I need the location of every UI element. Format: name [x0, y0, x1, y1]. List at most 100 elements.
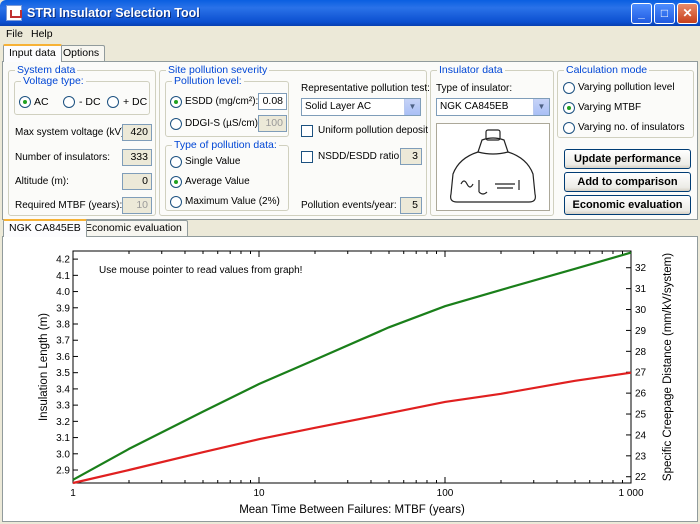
y2-axis-label: Specific Creepage Distance (mm/kV/system… — [662, 253, 674, 481]
close-button[interactable]: ✕ — [677, 3, 698, 24]
site-pollution-group: Site pollution severity Pollution level:… — [159, 64, 430, 216]
events-label: Pollution events/year: — [301, 200, 397, 211]
radio-varying-pollution[interactable] — [563, 82, 575, 94]
insulator-type-label: Type of insulator: — [436, 83, 513, 94]
y2-tick-label: 24 — [635, 430, 647, 441]
varying-mtbf-label: Varying MTBF — [578, 102, 642, 113]
uniform-checkbox[interactable] — [301, 125, 313, 137]
app-icon — [6, 5, 22, 21]
y-tick-label: 3.5 — [56, 368, 70, 379]
y2-tick-label: 25 — [635, 410, 647, 421]
average-label: Average Value — [185, 176, 250, 187]
radio-single[interactable] — [170, 156, 182, 168]
pollution-level-title: Pollution level: — [172, 75, 244, 87]
mtbf-chart[interactable]: 1 10 100 1 000 2.9 3.0 3.1 3.2 3.3 3.4 3.5 3.6 3.7 3.… — [3, 237, 697, 521]
x-axis-label: Mean Time Between Failures: MTBF (years) — [239, 504, 465, 516]
radio-ac[interactable] — [19, 96, 31, 108]
add-to-comparison-button[interactable]: Add to comparison — [564, 172, 691, 192]
voltage-type-group: Voltage type: AC - DC + DC — [14, 75, 150, 115]
menu-help[interactable]: Help — [31, 28, 53, 40]
x-tick-label: 1 — [70, 488, 76, 499]
insulator-data-group: Insulator data Type of insulator: NGK CA… — [430, 64, 554, 216]
insulator-type-value: NGK CA845EB — [440, 101, 509, 112]
tab-economic-evaluation[interactable]: Economic evaluation — [79, 220, 188, 236]
minus-dc-label: - DC — [79, 96, 101, 108]
y-tick-label: 3.2 — [56, 417, 70, 428]
x-tick-label: 10 — [253, 488, 265, 499]
radio-plus-dc[interactable] — [107, 96, 119, 108]
x-tick-label: 100 — [437, 488, 454, 499]
maximize-button[interactable]: □ — [654, 3, 675, 24]
max-voltage-label: Max system voltage (kV): — [15, 127, 128, 138]
chart-panel: 1 10 100 1 000 2.9 3.0 3.1 3.2 3.3 3.4 3.5 3.6 3.7 3.… — [2, 236, 698, 522]
insulator-drawing-icon — [450, 129, 536, 203]
y-tick-label: 3.0 — [56, 449, 70, 460]
ddgi-label: DDGI-S (µS/cm): — [185, 118, 261, 129]
insulator-data-title: Insulator data — [437, 64, 505, 76]
esdd-field[interactable]: 0.08 — [258, 93, 287, 110]
menu-file[interactable]: File — [6, 28, 23, 40]
y-tick-label: 4.2 — [56, 255, 70, 266]
num-insulators-field[interactable]: 333 — [122, 149, 152, 166]
y-tick-label: 3.6 — [56, 352, 70, 363]
uniform-label: Uniform pollution deposit — [318, 125, 429, 136]
esdd-label: ESDD (mg/cm²): — [185, 96, 259, 107]
y2-tick-label: 23 — [635, 451, 647, 462]
y2-tick-label: 30 — [635, 305, 647, 316]
mtbf-label: Required MTBF (years): — [15, 200, 123, 211]
varying-number-label: Varying no. of insulators — [578, 122, 685, 133]
insulator-image — [436, 123, 550, 211]
type-data-group: Type of pollution data: Single Value Ave… — [165, 139, 289, 211]
minimize-button[interactable]: _ — [631, 3, 652, 24]
nsdd-field[interactable]: 3 — [400, 148, 422, 165]
y2-tick-label: 22 — [635, 472, 647, 483]
economic-evaluation-button[interactable]: Economic evaluation — [564, 195, 691, 215]
y2-tick-label: 27 — [635, 368, 647, 379]
radio-varying-number[interactable] — [563, 122, 575, 134]
radio-maximum[interactable] — [170, 196, 182, 208]
radio-esdd[interactable] — [170, 96, 182, 108]
y2-tick-label: 28 — [635, 347, 647, 358]
rep-test-select[interactable]: Solid Layer AC ▼ — [301, 98, 421, 116]
window-title: STRI Insulator Selection Tool — [27, 6, 200, 20]
mtbf-field[interactable]: 10 — [122, 197, 152, 214]
tab-input-data[interactable]: Input data — [3, 44, 62, 62]
insulator-type-select[interactable]: NGK CA845EB ▼ — [436, 98, 550, 116]
max-voltage-field[interactable]: 420 — [122, 124, 152, 141]
y2-tick-label: 29 — [635, 326, 647, 337]
system-data-group: System data Voltage type: AC - DC + DC M… — [8, 64, 156, 216]
chart-annotation: Use mouse pointer to read values from gr… — [99, 265, 302, 276]
chevron-down-icon[interactable]: ▼ — [533, 99, 549, 115]
altitude-label: Altitude (m): — [15, 176, 69, 187]
y2-tick-label: 31 — [635, 284, 647, 295]
ac-label: AC — [34, 96, 49, 108]
voltage-type-title: Voltage type: — [21, 75, 86, 87]
radio-varying-mtbf[interactable] — [563, 102, 575, 114]
calc-mode-group: Calculation mode Varying pollution level… — [557, 64, 694, 138]
events-field[interactable]: 5 — [400, 197, 422, 214]
radio-ddgi[interactable] — [170, 118, 182, 130]
chevron-down-icon[interactable]: ▼ — [404, 99, 420, 115]
rep-test-value: Solid Layer AC — [305, 101, 372, 112]
y-tick-label: 3.4 — [56, 384, 70, 395]
radio-minus-dc[interactable] — [63, 96, 75, 108]
x-tick-label: 1 000 — [618, 488, 643, 499]
nsdd-checkbox[interactable] — [301, 151, 313, 163]
y-tick-label: 3.1 — [56, 433, 70, 444]
y-tick-label: 3.9 — [56, 303, 70, 314]
type-data-title: Type of pollution data: — [172, 139, 279, 151]
pollution-level-group: Pollution level: ESDD (mg/cm²): 0.08 DDG… — [165, 75, 289, 137]
y-tick-label: 2.9 — [56, 466, 70, 477]
y-tick-label: 4.1 — [56, 271, 70, 282]
altitude-field[interactable]: 0 — [122, 173, 152, 190]
maximum-label: Maximum Value (2%) — [185, 196, 280, 207]
y2-tick-label: 32 — [635, 263, 647, 274]
ddgi-field[interactable]: 100 — [258, 115, 287, 132]
radio-average[interactable] — [170, 176, 182, 188]
tab-options[interactable]: Options — [57, 45, 106, 61]
tab-ngk[interactable]: NGK CA845EB — [3, 219, 87, 237]
update-performance-button[interactable]: Update performance — [564, 149, 691, 169]
y-tick-label: 3.3 — [56, 401, 70, 412]
num-insulators-label: Number of insulators: — [15, 152, 111, 163]
input-panel: System data Voltage type: AC - DC + DC M… — [2, 61, 698, 220]
